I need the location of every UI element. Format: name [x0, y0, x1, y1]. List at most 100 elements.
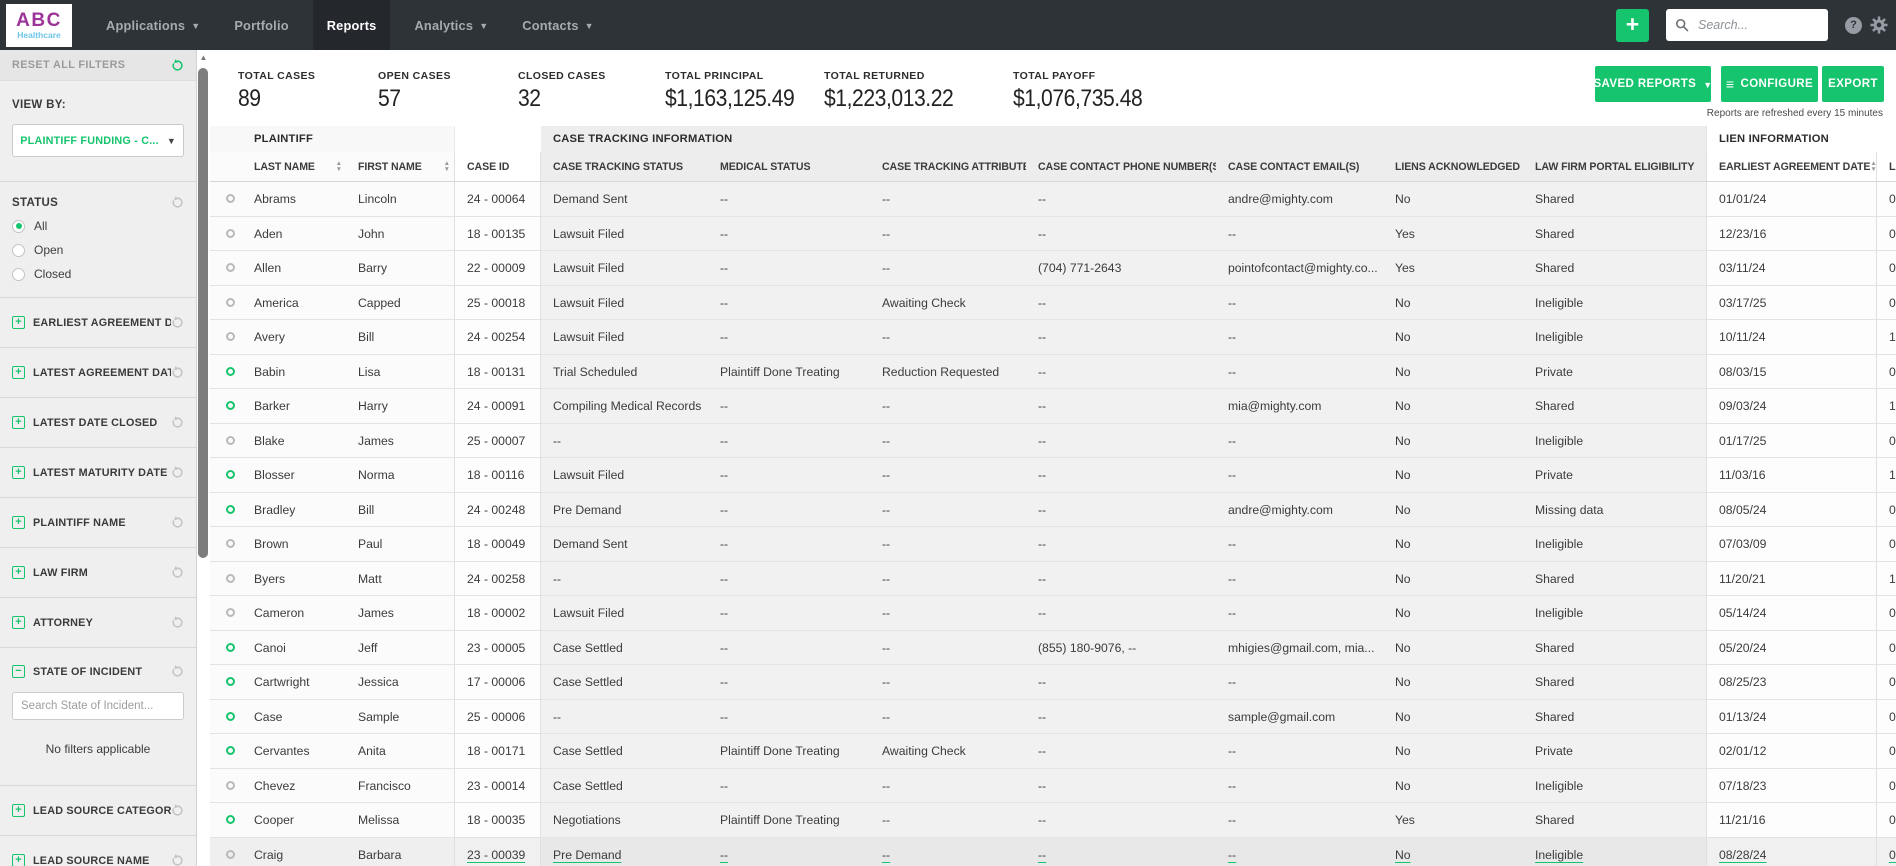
configure-button[interactable]: ≡ CONFIGURE	[1721, 66, 1818, 102]
status-radio-open[interactable]: Open	[12, 243, 184, 257]
table-row-aden[interactable]: Aden John 18 - 00135 Lawsuit Filed -- -- -- -- Y…	[210, 216, 1896, 251]
table-row-babin[interactable]: Babin Lisa 18 - 00131 Trial Scheduled Plaint…	[210, 354, 1896, 389]
cell-case_tracking_status: Lawsuit Filed	[541, 596, 708, 631]
cell-case_contact_email: --	[1216, 561, 1383, 596]
nav-item-portfolio[interactable]: Portfolio	[224, 0, 298, 50]
filter-reset-icon[interactable]	[171, 516, 184, 529]
filter-section-header-latest-maturity-date[interactable]: + LATEST MATURITY DATE	[12, 466, 184, 479]
global-search[interactable]	[1666, 9, 1828, 41]
stat-label: TOTAL CASES	[238, 70, 316, 82]
chevron-down-icon: ▼	[166, 135, 176, 146]
table-row-cooper[interactable]: Cooper Melissa 18 - 00035 Negotiations Plain…	[210, 803, 1896, 838]
app-logo[interactable]: ABC Healthcare	[6, 4, 72, 47]
scrollbar-up-arrow[interactable]: ▲	[197, 53, 210, 62]
filter-section-header-lead-source-name[interactable]: + LEAD SOURCE NAME	[12, 854, 184, 866]
filter-section-label: LATEST AGREEMENT DATE	[33, 366, 171, 379]
cell-case_contact_email: --	[1216, 216, 1383, 251]
filter-section-header-law-firm[interactable]: + LAW FIRM	[12, 566, 184, 579]
cell-last_name: Cartwright	[242, 665, 346, 700]
help-icon[interactable]: ?	[1845, 17, 1862, 34]
cell-liens_acknowledged: No	[1383, 665, 1523, 700]
table-row-canoi[interactable]: Canoi Jeff 23 - 00005 Case Settled -- -- (855)…	[210, 630, 1896, 665]
cell-case_id: 18 - 00171	[455, 734, 541, 769]
filter-reset-icon[interactable]	[171, 665, 184, 678]
chevron-down-icon: ▼	[584, 21, 594, 31]
filter-section-header-latest-agreement-date[interactable]: + LATEST AGREEMENT DATE	[12, 366, 184, 379]
sort-arrows-icon[interactable]: ▲▼	[444, 160, 450, 172]
case-status-icon	[210, 285, 242, 320]
status-circle-icon	[226, 297, 235, 307]
status-circle-icon	[226, 746, 235, 756]
saved-reports-button[interactable]: SAVED REPORTS ▼	[1593, 66, 1712, 102]
filter-reset-icon[interactable]	[171, 804, 184, 817]
view-by-dropdown[interactable]: PLAINTIFF FUNDING - C... ▼	[12, 124, 184, 157]
table-column-header-row: LAST NAME ▲ ▼ FIRST NAME ▲ ▼ CASE ID CASE TRACK…	[210, 152, 1896, 182]
table-row-cervantes[interactable]: Cervantes Anita 18 - 00171 Case Settled Plai…	[210, 734, 1896, 769]
cell-case_id: 24 - 00248	[455, 492, 541, 527]
table-row-case[interactable]: Case Sample 25 - 00006 -- -- -- -- sample@gmail…	[210, 699, 1896, 734]
cell-case_id: 23 - 00014	[455, 768, 541, 803]
filter-reset-icon[interactable]	[171, 466, 184, 479]
table-row-allen[interactable]: Allen Barry 22 - 00009 Lawsuit Filed -- -- (70…	[210, 251, 1896, 286]
nav-item-applications[interactable]: Applications ▼	[96, 0, 210, 50]
filter-reset-icon[interactable]	[171, 316, 184, 329]
status-radio-all[interactable]: All	[12, 219, 184, 233]
cell-earliest_agreement_date: 03/11/24	[1706, 251, 1876, 286]
table-row-chevez[interactable]: Chevez Francisco 23 - 00014 Case Settled -- -…	[210, 768, 1896, 803]
reset-all-filters-button[interactable]: RESET ALL FILTERS	[0, 50, 196, 81]
search-input[interactable]	[1696, 17, 1819, 33]
filter-reset-icon[interactable]	[171, 366, 184, 379]
cell-case_id: 24 - 00258	[455, 561, 541, 596]
status-circle-icon	[226, 780, 235, 790]
cell-law_firm_portal_eligibility: Ineligible	[1523, 320, 1706, 355]
status-circle-icon	[226, 849, 235, 859]
filter-section-header-plaintiff-name[interactable]: + PLAINTIFF NAME	[12, 516, 184, 529]
cell-earliest_agreement_date: 11/21/16	[1706, 803, 1876, 838]
expand-icon: +	[12, 854, 25, 866]
cell-last_name: Aden	[242, 216, 346, 251]
nav-item-contacts[interactable]: Contacts ▼	[512, 0, 603, 50]
table-row-barker[interactable]: Barker Harry 24 - 00091 Compiling Medical R…	[210, 389, 1896, 424]
export-button[interactable]: EXPORT	[1822, 66, 1884, 102]
table-row-cameron[interactable]: Cameron James 18 - 00002 Lawsuit Filed -- -- -…	[210, 596, 1896, 631]
cell-law_firm_portal_eligibility: Private	[1523, 734, 1706, 769]
filter-reset-icon[interactable]	[171, 566, 184, 579]
table-row-craig[interactable]: Craig Barbara 23 - 00039 Pre Demand -- -- -- --…	[210, 837, 1896, 866]
status-radio-closed[interactable]: Closed	[12, 267, 184, 281]
table-row-brown[interactable]: Brown Paul 18 - 00049 Demand Sent -- -- -- -- No…	[210, 527, 1896, 562]
gear-icon[interactable]	[1870, 16, 1888, 34]
filter-section-header-lead-source-category[interactable]: + LEAD SOURCE CATEGORY	[12, 804, 184, 817]
filter-reset-icon[interactable]	[171, 854, 184, 866]
filter-section-label: EARLIEST AGREEMENT DATE	[33, 316, 171, 329]
col-header-first-name[interactable]: FIRST NAME ▲ ▼	[346, 152, 455, 181]
filter-reset-icon[interactable]	[171, 416, 184, 429]
filter-section-label: STATE OF INCIDENT	[33, 665, 143, 678]
nav-item-analytics[interactable]: Analytics ▼	[404, 0, 498, 50]
filter-section-header-latest-date-closed[interactable]: + LATEST DATE CLOSED	[12, 416, 184, 429]
filter-section-header-state-of-incident[interactable]: − STATE OF INCIDENT	[12, 665, 184, 678]
status-circle-icon	[226, 470, 235, 480]
table-row-avery[interactable]: Avery Bill 24 - 00254 Lawsuit Filed -- -- -- --…	[210, 320, 1896, 355]
sort-arrows-icon[interactable]: ▲▼	[336, 160, 342, 172]
table-row-cartwright[interactable]: Cartwright Jessica 17 - 00006 Case Settled -…	[210, 665, 1896, 700]
table-row-blosser[interactable]: Blosser Norma 18 - 00116 Lawsuit Filed -- -- -…	[210, 458, 1896, 493]
col-header-last-name[interactable]: LAST NAME ▲ ▼	[242, 152, 346, 181]
scrollbar-thumb[interactable]	[198, 68, 208, 558]
nav-item-reports[interactable]: Reports	[312, 0, 391, 50]
case-status-icon	[210, 596, 242, 631]
table-row-byers[interactable]: Byers Matt 24 - 00258 -- -- -- -- -- No Shared 11/…	[210, 561, 1896, 596]
expand-icon: +	[12, 516, 25, 529]
col-header-earliest-agreement-date[interactable]: EARLIEST AGREEMENT DATE▲▼	[1706, 152, 1876, 181]
filter-reset-icon[interactable]	[171, 616, 184, 629]
table-row-america[interactable]: America Capped 25 - 00018 Lawsuit Filed -- Aw…	[210, 285, 1896, 320]
table-row-abrams[interactable]: Abrams Lincoln 24 - 00064 Demand Sent -- -- --…	[210, 182, 1896, 217]
cell-case_contact_phone: --	[1026, 423, 1216, 458]
filter-section-header-earliest-agreement-date[interactable]: + EARLIEST AGREEMENT DATE	[12, 316, 184, 329]
table-row-blake[interactable]: Blake James 25 - 00007 -- -- -- -- -- No Ineligib…	[210, 423, 1896, 458]
filter-section-header-attorney[interactable]: + ATTORNEY	[12, 616, 184, 629]
add-new-button[interactable]: +	[1616, 9, 1649, 42]
table-row-bradley[interactable]: Bradley Bill 24 - 00248 Pre Demand -- -- -- and…	[210, 492, 1896, 527]
filter-search-input[interactable]	[12, 692, 184, 720]
status-reset-icon[interactable]	[171, 196, 184, 209]
cell-medical_status: Plaintiff Done Treating	[708, 734, 870, 769]
